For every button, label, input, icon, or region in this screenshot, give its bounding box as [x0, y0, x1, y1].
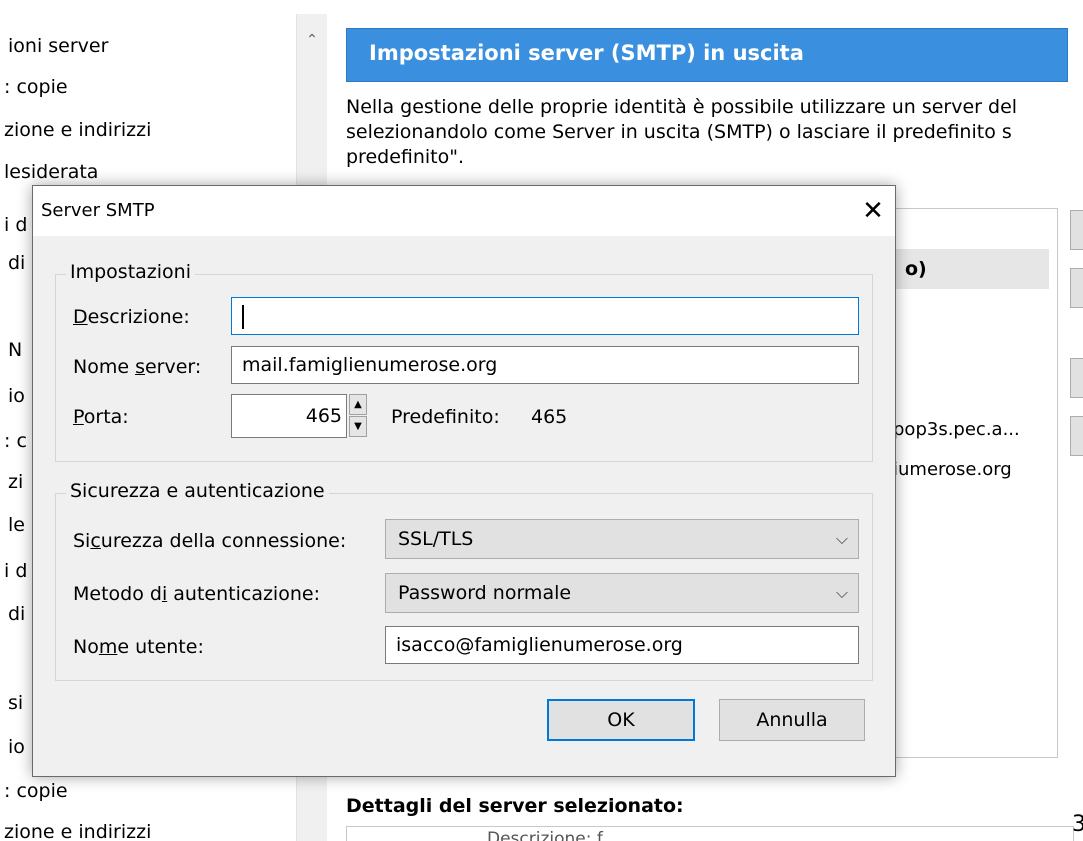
text-caret: [242, 304, 244, 329]
details-box: Descrizione: f: [346, 826, 1074, 841]
ok-button[interactable]: OK: [547, 699, 695, 741]
tree-item[interactable]: : copie: [4, 779, 68, 803]
smtp-server-list[interactable]: o) pop3s.pec.a... iumerose.org: [890, 208, 1058, 758]
edit-server-button[interactable]: [1070, 268, 1083, 308]
settings-legend: Impostazioni: [66, 261, 195, 283]
dialog-title: Server SMTP: [41, 200, 155, 221]
tree-item[interactable]: di: [8, 602, 25, 626]
tree-item[interactable]: di: [8, 251, 25, 275]
tree-item[interactable]: ioni server: [8, 34, 108, 58]
description-line: predefinito".: [346, 146, 465, 168]
tree-item[interactable]: io: [8, 735, 25, 759]
chevron-down-icon: ⌵: [835, 583, 848, 602]
dialog-titlebar[interactable]: Server SMTP ✕: [33, 186, 895, 236]
server-list-row[interactable]: pop3s.pec.a...: [891, 419, 1020, 440]
section-header: Impostazioni server (SMTP) in uscita: [346, 28, 1068, 82]
description-input[interactable]: [231, 297, 859, 335]
tree-item[interactable]: N: [8, 338, 22, 362]
set-default-button[interactable]: [1070, 416, 1083, 456]
spin-down-icon[interactable]: ▼: [349, 416, 367, 437]
security-legend: Sicurezza e autenticazione: [66, 480, 329, 502]
default-port-label: Predefinito:: [391, 406, 500, 428]
server-name-input[interactable]: mail.famiglienumerose.org: [231, 346, 859, 384]
add-server-button[interactable]: [1070, 210, 1083, 250]
username-input[interactable]: isacco@famiglienumerose.org: [385, 626, 859, 664]
port-spinner[interactable]: ▲ ▼: [349, 394, 367, 438]
section-title: Impostazioni server (SMTP) in uscita: [369, 41, 804, 65]
remove-server-button[interactable]: [1070, 358, 1083, 398]
tree-item[interactable]: io: [8, 384, 25, 408]
chevron-down-icon: ⌵: [835, 529, 848, 548]
tree-item[interactable]: i d: [4, 559, 27, 583]
screen: ioni server : copie zione e indirizzi le…: [0, 0, 1083, 841]
connection-security-select[interactable]: SSL/TLS ⌵: [385, 519, 859, 559]
tree-item[interactable]: zione e indirizzi: [4, 118, 151, 142]
edge-fragment: 3: [1072, 812, 1083, 837]
details-title: Dettagli del server selezionato:: [346, 795, 684, 817]
tree-item[interactable]: si: [8, 691, 23, 715]
spin-up-icon[interactable]: ▲: [349, 394, 367, 415]
server-name-label: Nome server:: [73, 356, 202, 378]
username-label: Nome utente:: [73, 636, 204, 658]
smtp-server-dialog: Server SMTP ✕ Impostazioni Descrizione: …: [32, 185, 896, 777]
tree-item[interactable]: : c: [4, 429, 27, 453]
close-icon[interactable]: ✕: [851, 186, 895, 236]
description-label: Descrizione:: [73, 306, 190, 328]
tree-item[interactable]: lesiderata: [4, 160, 98, 184]
cancel-button[interactable]: Annulla: [719, 699, 865, 741]
section-description: Nella gestione delle proprie identità è …: [346, 95, 1083, 170]
tree-item[interactable]: : copie: [4, 75, 68, 99]
default-port-value: 465: [531, 406, 568, 428]
server-list-row[interactable]: iumerose.org: [891, 459, 1012, 480]
server-list-header[interactable]: o): [891, 249, 1049, 289]
scroll-up-icon[interactable]: ⌃: [297, 28, 327, 52]
details-partial-text: Descrizione: f: [487, 829, 603, 841]
description-line: Nella gestione delle proprie identità è …: [346, 96, 1018, 118]
tree-item[interactable]: zione e indirizzi: [4, 820, 151, 841]
description-line: selezionandolo come Server in uscita (SM…: [346, 121, 1012, 143]
tree-item[interactable]: zi: [8, 470, 23, 494]
auth-method-select[interactable]: Password normale ⌵: [385, 573, 859, 613]
tree-item[interactable]: i d: [4, 213, 27, 237]
connection-security-label: Sicurezza della connessione:: [73, 530, 347, 552]
tree-item[interactable]: le: [8, 513, 25, 537]
auth-method-label: Metodo di autenticazione:: [73, 583, 320, 605]
port-input[interactable]: 465: [231, 394, 347, 438]
port-label: Porta:: [73, 406, 129, 428]
